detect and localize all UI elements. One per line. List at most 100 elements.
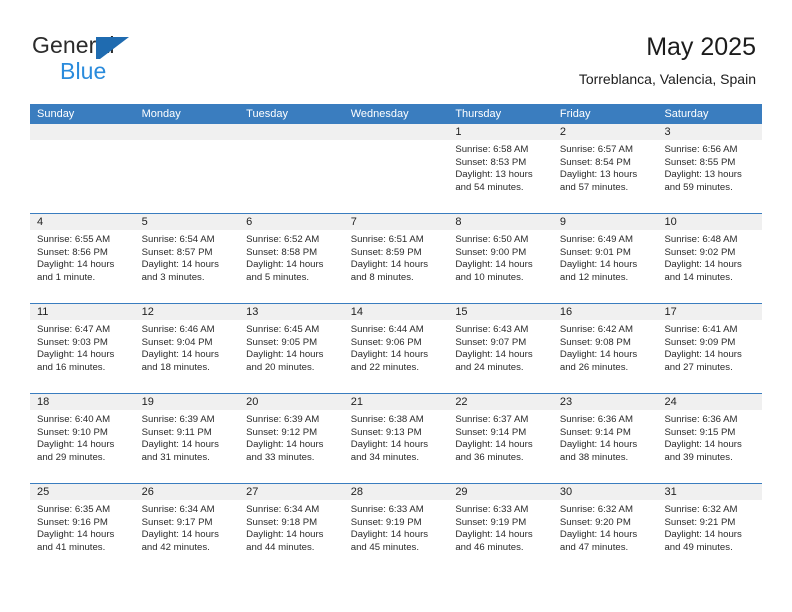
day-number: 12 (134, 304, 240, 320)
day-detail-line: and 16 minutes. (37, 361, 106, 373)
day-detail-line: Daylight: 14 hours (455, 259, 533, 271)
calendar-day-cell[interactable]: 19 Sunrise: 6:39 AM Sunset: 9:11 PM Dayligh… (134, 394, 240, 483)
day-number: 6 (239, 214, 344, 230)
day-number: 24 (657, 394, 763, 410)
day-number: 15 (448, 304, 553, 320)
day-detail-line: Sunrise: 6:45 AM (246, 324, 320, 335)
calendar-day-cell[interactable]: 16 Sunrise: 6:42 AM Sunset: 9:08 PM Dayligh… (552, 304, 658, 393)
calendar-day-cell[interactable]: 5 Sunrise: 6:54 AM Sunset: 8:57 PM Daylight… (134, 214, 240, 303)
day-detail-line: Daylight: 14 hours (246, 259, 324, 271)
day-number (30, 124, 135, 140)
day-number: 29 (448, 484, 553, 500)
calendar-day-cell[interactable]: 4 Sunrise: 6:55 AM Sunset: 8:56 PM Daylight… (30, 214, 135, 303)
calendar-day-cell[interactable]: 17 Sunrise: 6:41 AM Sunset: 9:09 PM Dayligh… (657, 304, 763, 393)
day-detail-line: and 39 minutes. (664, 451, 733, 463)
calendar-day-cell[interactable]: 28 Sunrise: 6:33 AM Sunset: 9:19 PM Dayligh… (343, 484, 449, 573)
day-detail-line: and 47 minutes. (559, 541, 629, 553)
calendar-day-cell[interactable]: 1 Sunrise: 6:58 AM Sunset: 8:53 PM Daylight… (448, 124, 553, 213)
calendar-day-cell[interactable]: 15 Sunrise: 6:43 AM Sunset: 9:07 PM Dayligh… (448, 304, 553, 393)
calendar-weeks: 1 Sunrise: 6:58 AM Sunset: 8:53 PM Daylight… (30, 124, 763, 573)
calendar-day-cell[interactable]: 31 Sunrise: 6:32 AM Sunset: 9:21 PM Dayligh… (657, 484, 763, 573)
day-detail-line: Sunrise: 6:32 AM (664, 504, 738, 515)
day-detail-line: and 12 minutes. (559, 271, 629, 283)
day-detail-line: Daylight: 14 hours (559, 259, 638, 271)
calendar-day-cell[interactable]: 13 Sunrise: 6:45 AM Sunset: 9:05 PM Dayligh… (239, 304, 344, 393)
brand-triangle-icon (96, 37, 129, 59)
day-detail-line: Sunset: 9:10 PM (37, 426, 108, 438)
day-detail-line: Sunrise: 6:55 AM (37, 234, 111, 245)
day-details: Sunrise: 6:39 AM Sunset: 9:12 PM Daylight:… (239, 410, 344, 464)
day-detail-line: Sunrise: 6:49 AM (559, 234, 633, 245)
day-detail-line: Daylight: 14 hours (350, 439, 429, 451)
day-detail-line: Sunrise: 6:46 AM (141, 324, 215, 335)
calendar-day-cell[interactable]: 11 Sunrise: 6:47 AM Sunset: 9:03 PM Dayligh… (30, 304, 135, 393)
calendar-day-cell[interactable]: 29 Sunrise: 6:33 AM Sunset: 9:19 PM Dayligh… (448, 484, 553, 573)
day-number: 7 (343, 214, 449, 230)
day-detail-line: Daylight: 14 hours (559, 349, 638, 361)
calendar-day-cell[interactable]: 20 Sunrise: 6:39 AM Sunset: 9:12 PM Dayligh… (239, 394, 344, 483)
day-detail-line: and 14 minutes. (664, 271, 733, 283)
calendar-day-cell[interactable]: 8 Sunrise: 6:50 AM Sunset: 9:00 PM Daylight… (448, 214, 553, 303)
calendar-day-cell[interactable]: 9 Sunrise: 6:49 AM Sunset: 9:01 PM Daylight… (552, 214, 658, 303)
calendar-day-cell[interactable]: 10 Sunrise: 6:48 AM Sunset: 9:02 PM Dayligh… (657, 214, 763, 303)
day-detail-line: Daylight: 13 hours (664, 169, 742, 181)
day-detail-line: Sunrise: 6:54 AM (141, 234, 215, 245)
calendar-day-cell[interactable]: 26 Sunrise: 6:34 AM Sunset: 9:17 PM Dayligh… (134, 484, 240, 573)
day-detail-line: and 5 minutes. (246, 271, 310, 283)
day-detail-line: Daylight: 14 hours (350, 259, 429, 271)
calendar-day-cell[interactable]: 18 Sunrise: 6:40 AM Sunset: 9:10 PM Dayligh… (30, 394, 135, 483)
calendar-day-cell[interactable]: 6 Sunrise: 6:52 AM Sunset: 8:58 PM Daylight… (239, 214, 344, 303)
calendar-day-cell[interactable]: 25 Sunrise: 6:35 AM Sunset: 9:16 PM Dayligh… (30, 484, 135, 573)
day-detail-line: and 57 minutes. (559, 181, 629, 193)
calendar-day-cell[interactable]: 7 Sunrise: 6:51 AM Sunset: 8:59 PM Daylight… (343, 214, 449, 303)
day-detail-line: Daylight: 14 hours (559, 529, 638, 541)
day-number (239, 124, 344, 140)
calendar-day-cell[interactable]: 22 Sunrise: 6:37 AM Sunset: 9:14 PM Dayligh… (448, 394, 553, 483)
day-of-week-saturday: Saturday (664, 108, 709, 120)
day-detail-line: and 45 minutes. (350, 541, 420, 553)
day-detail-line: and 26 minutes. (559, 361, 629, 373)
calendar-day-cell[interactable]: 30 Sunrise: 6:32 AM Sunset: 9:20 PM Dayligh… (552, 484, 658, 573)
day-detail-line: Sunrise: 6:36 AM (559, 414, 633, 425)
day-detail-line: Daylight: 14 hours (455, 529, 533, 541)
day-detail-line: Sunset: 9:12 PM (246, 426, 318, 438)
day-detail-line: and 1 minute. (37, 271, 96, 283)
day-of-week-monday: Monday (141, 108, 181, 120)
day-detail-line: Sunset: 8:59 PM (350, 246, 422, 258)
day-detail-line: Sunset: 9:01 PM (559, 246, 631, 258)
day-detail-line: Daylight: 14 hours (664, 439, 742, 451)
day-detail-line: Daylight: 14 hours (664, 529, 742, 541)
day-details: Sunrise: 6:37 AM Sunset: 9:14 PM Daylight:… (448, 410, 553, 464)
day-detail-line: Sunrise: 6:40 AM (37, 414, 111, 425)
day-detail-line: Daylight: 14 hours (37, 259, 115, 271)
day-detail-line: Sunset: 9:03 PM (37, 336, 108, 348)
day-details: Sunrise: 6:44 AM Sunset: 9:06 PM Daylight:… (344, 320, 449, 374)
calendar-day-cell[interactable]: 21 Sunrise: 6:38 AM Sunset: 9:13 PM Dayligh… (343, 394, 449, 483)
calendar-day-cell[interactable]: 14 Sunrise: 6:44 AM Sunset: 9:06 PM Dayligh… (343, 304, 449, 393)
day-details: Sunrise: 6:32 AM Sunset: 9:21 PM Daylight:… (657, 500, 762, 554)
day-detail-line: and 10 minutes. (455, 271, 524, 283)
day-details: Sunrise: 6:36 AM Sunset: 9:14 PM Daylight:… (553, 410, 658, 464)
calendar-week-row: 1 Sunrise: 6:58 AM Sunset: 8:53 PM Daylight… (30, 124, 763, 213)
calendar-day-cell[interactable]: 23 Sunrise: 6:36 AM Sunset: 9:14 PM Dayligh… (552, 394, 658, 483)
day-details: Sunrise: 6:46 AM Sunset: 9:04 PM Daylight:… (135, 320, 240, 374)
day-number: 8 (448, 214, 553, 230)
calendar-day-cell[interactable]: 27 Sunrise: 6:34 AM Sunset: 9:18 PM Dayligh… (239, 484, 344, 573)
calendar-grid: Sunday Monday Tuesday Wednesday Thursday Frid… (30, 104, 763, 573)
day-detail-line: Sunrise: 6:57 AM (559, 144, 633, 155)
day-detail-line: Sunset: 9:00 PM (455, 246, 527, 258)
page-header: General Blue May 2025 Torreblanca, Valen… (0, 0, 792, 100)
brand-logo-top: General (32, 32, 212, 59)
calendar-day-cell[interactable]: 24 Sunrise: 6:36 AM Sunset: 9:15 PM Dayligh… (657, 394, 763, 483)
calendar-day-cell[interactable]: 2 Sunrise: 6:57 AM Sunset: 8:54 PM Daylight… (552, 124, 658, 213)
day-number: 5 (134, 214, 240, 230)
calendar-day-cell[interactable]: 3 Sunrise: 6:56 AM Sunset: 8:55 PM Daylight… (657, 124, 763, 213)
day-detail-line: Sunrise: 6:36 AM (664, 414, 738, 425)
day-detail-line: Sunset: 9:13 PM (350, 426, 422, 438)
brand-logo[interactable]: General Blue (32, 32, 212, 84)
day-number: 30 (552, 484, 658, 500)
day-detail-line: and 36 minutes. (455, 451, 524, 463)
day-detail-line: Daylight: 14 hours (246, 529, 324, 541)
calendar-page: General Blue May 2025 Torreblanca, Valen… (0, 0, 792, 612)
calendar-day-cell[interactable]: 12 Sunrise: 6:46 AM Sunset: 9:04 PM Dayligh… (134, 304, 240, 393)
